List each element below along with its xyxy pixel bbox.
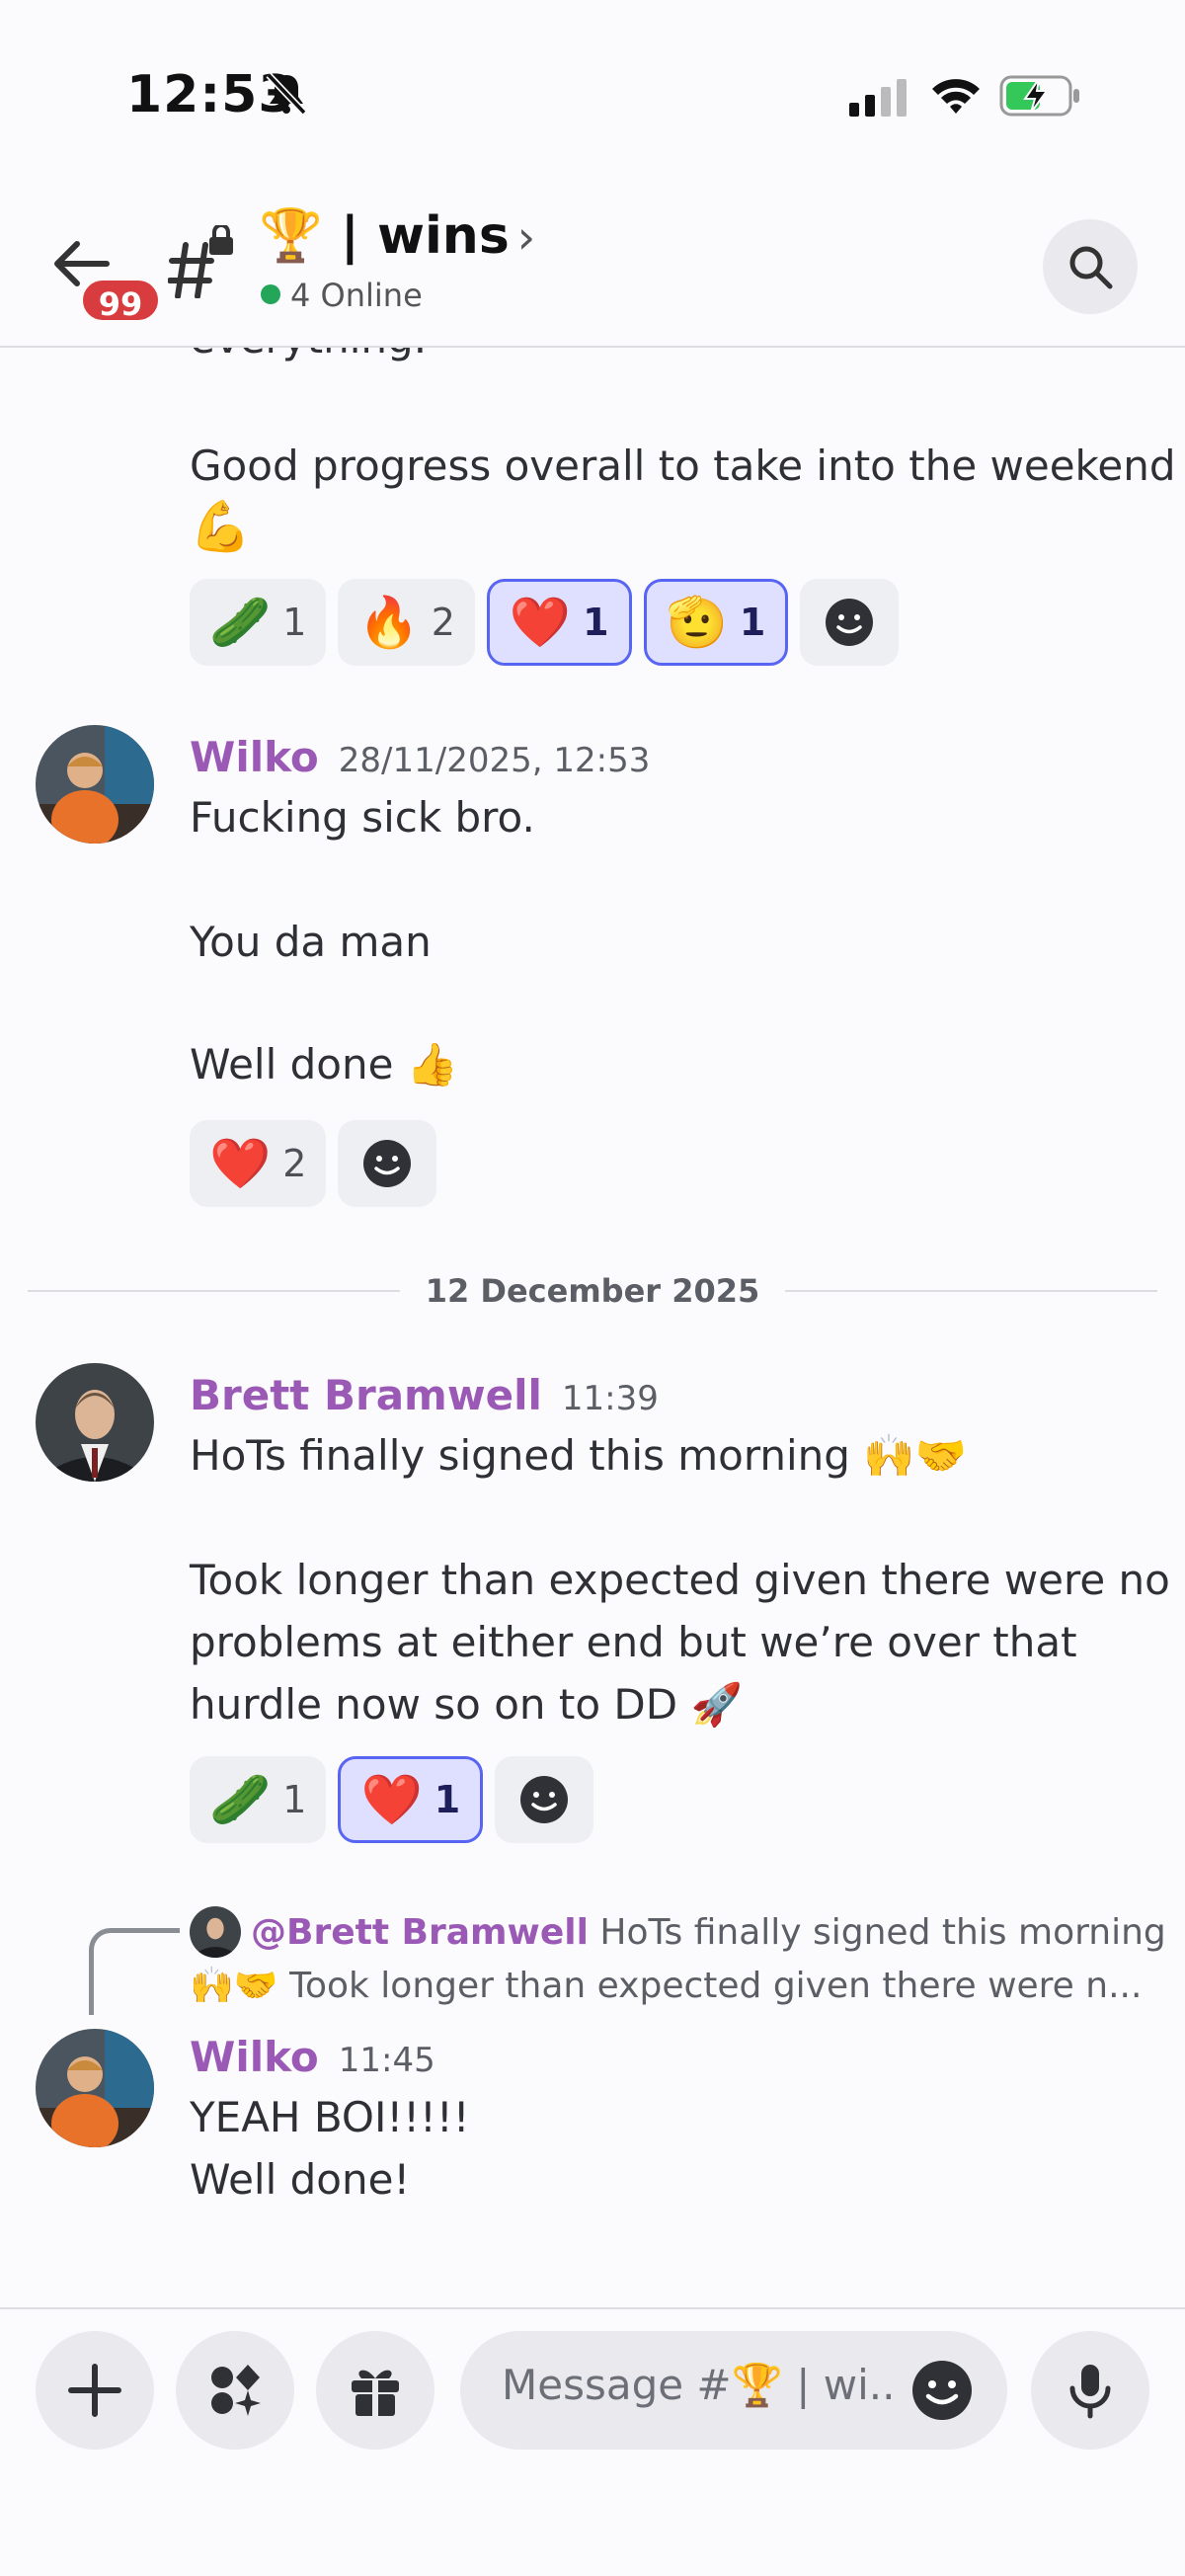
message-text-cut: everything. bbox=[190, 348, 427, 362]
status-bar: 12:53 bbox=[0, 0, 1185, 188]
author-name: Brett Bramwell bbox=[190, 1371, 542, 1419]
reaction-count: 1 bbox=[739, 601, 766, 644]
message-text: Well done 👍 bbox=[190, 1040, 459, 1088]
gift-button[interactable] bbox=[316, 2331, 434, 2450]
message-timestamp: 11:39 bbox=[561, 1379, 659, 1418]
reply-author: @Brett Bramwell bbox=[251, 1912, 589, 1953]
avatar-image bbox=[36, 1363, 154, 1482]
message-text: Good progress overall to take into the w… bbox=[190, 442, 1176, 490]
unread-badge: 99 bbox=[79, 277, 162, 324]
reaction-emoji: 🥒 bbox=[209, 1770, 272, 1828]
reaction-bar: 🥒 1 🔥 2 ❤️ 1 🫡 1 bbox=[190, 579, 900, 666]
reaction-emoji: 🔥 bbox=[357, 593, 420, 651]
gift-icon bbox=[352, 2370, 399, 2418]
reply-connector bbox=[89, 1928, 180, 2015]
add-reaction-icon bbox=[520, 1776, 569, 1823]
battery-charging-icon bbox=[999, 75, 1079, 117]
message-text: You da man bbox=[190, 918, 432, 966]
channel-name: 🏆 | wins bbox=[259, 206, 510, 266]
reaction-chip[interactable]: 🥒 1 bbox=[190, 1756, 327, 1843]
apps-button[interactable] bbox=[176, 2331, 294, 2450]
avatar[interactable] bbox=[36, 2029, 154, 2147]
online-label: 4 Online bbox=[290, 277, 423, 314]
avatar-image bbox=[36, 725, 154, 844]
reaction-bar: 🥒 1 ❤️ 1 bbox=[190, 1756, 594, 1843]
reaction-emoji: 🥒 bbox=[209, 593, 272, 651]
author-name: Wilko bbox=[190, 733, 319, 781]
reaction-chip[interactable]: 🔥 2 bbox=[338, 579, 475, 666]
message-text: Well done! bbox=[190, 2155, 411, 2204]
search-icon bbox=[1069, 246, 1113, 289]
channel-header: 99 🏆 | wins › 4 Online bbox=[0, 188, 1185, 348]
add-reaction-icon bbox=[826, 599, 874, 646]
reaction-chip-mine[interactable]: 🫡 1 bbox=[643, 579, 789, 666]
message-text: Took longer than expected given there we… bbox=[190, 1556, 1170, 1604]
reply-preview-line: 🙌🤝 Took longer than expected given there… bbox=[190, 1966, 1143, 2006]
message-text: 💪 bbox=[190, 498, 252, 555]
online-count: 4 Online bbox=[261, 277, 423, 314]
message-timestamp: 11:45 bbox=[338, 2041, 435, 2080]
message-input[interactable]: Message #🏆 | wi.. bbox=[460, 2331, 1007, 2450]
reaction-count: 2 bbox=[282, 1142, 307, 1185]
date-label: 12 December 2025 bbox=[28, 1272, 1157, 1310]
reply-reference[interactable]: @Brett Bramwell HoTs finally signed this… bbox=[190, 1906, 1166, 1960]
reaction-count: 1 bbox=[282, 601, 307, 644]
apps-icon bbox=[211, 2365, 261, 2416]
reaction-emoji: ❤️ bbox=[209, 1134, 272, 1192]
emoji-picker-icon[interactable] bbox=[910, 2359, 974, 2422]
reaction-count: 1 bbox=[434, 1778, 461, 1821]
add-reaction-icon bbox=[363, 1140, 412, 1187]
wifi-icon bbox=[932, 79, 980, 114]
channel-title[interactable]: 🏆 | wins › bbox=[259, 205, 535, 266]
message-author[interactable]: Wilko 28/11/2025, 12:53 bbox=[190, 733, 650, 781]
message-text: problems at either end but we’re over th… bbox=[190, 1618, 1077, 1666]
message-author[interactable]: Wilko 11:45 bbox=[190, 2033, 435, 2081]
microphone-icon bbox=[1069, 2365, 1111, 2419]
message-composer: Message #🏆 | wi.. bbox=[0, 2307, 1185, 2576]
add-reaction-button[interactable] bbox=[495, 1756, 594, 1843]
message-timestamp: 28/11/2025, 12:53 bbox=[338, 741, 651, 780]
bell-muted-icon bbox=[266, 72, 307, 116]
search-button[interactable] bbox=[1043, 219, 1138, 314]
plus-icon bbox=[68, 2364, 121, 2417]
online-dot-icon bbox=[261, 284, 280, 304]
message-text: YEAH BOI!!!!! bbox=[190, 2093, 470, 2141]
reaction-chip[interactable]: ❤️ 2 bbox=[190, 1120, 327, 1207]
reaction-chip[interactable]: 🥒 1 bbox=[190, 579, 327, 666]
reaction-count: 1 bbox=[282, 1778, 307, 1821]
attach-button[interactable] bbox=[36, 2331, 154, 2450]
reaction-count: 2 bbox=[431, 601, 455, 644]
avatar[interactable] bbox=[36, 725, 154, 844]
chevron-right-icon: › bbox=[516, 210, 536, 264]
reaction-emoji: ❤️ bbox=[509, 593, 572, 651]
message-text: Fucking sick bro. bbox=[190, 793, 535, 842]
reaction-count: 1 bbox=[583, 601, 609, 644]
date-divider: 12 December 2025 bbox=[28, 1270, 1157, 1310]
reply-preview: HoTs finally signed this morning bbox=[599, 1912, 1166, 1953]
author-name: Wilko bbox=[190, 2033, 319, 2081]
reply-avatar bbox=[190, 1906, 241, 1958]
add-reaction-button[interactable] bbox=[338, 1120, 437, 1207]
message-list[interactable]: everything. Good progress overall to tak… bbox=[0, 348, 1185, 2307]
reaction-bar: ❤️ 2 bbox=[190, 1120, 437, 1207]
voice-message-button[interactable] bbox=[1031, 2331, 1149, 2450]
reaction-emoji: 🫡 bbox=[666, 593, 728, 651]
cellular-signal-icon bbox=[849, 79, 907, 117]
reaction-emoji: ❤️ bbox=[360, 1770, 423, 1828]
avatar-image bbox=[36, 2029, 154, 2147]
reaction-chip-mine[interactable]: ❤️ 1 bbox=[486, 579, 632, 666]
avatar[interactable] bbox=[36, 1363, 154, 1482]
private-channel-icon bbox=[168, 225, 233, 298]
message-text: HoTs finally signed this morning 🙌🤝 bbox=[190, 1431, 967, 1480]
message-placeholder: Message #🏆 | wi.. bbox=[502, 2361, 896, 2409]
message-author[interactable]: Brett Bramwell 11:39 bbox=[190, 1371, 659, 1419]
add-reaction-button[interactable] bbox=[800, 579, 900, 666]
reaction-chip-mine[interactable]: ❤️ 1 bbox=[338, 1756, 484, 1843]
message-text: hurdle now so on to DD 🚀 bbox=[190, 1680, 743, 1729]
